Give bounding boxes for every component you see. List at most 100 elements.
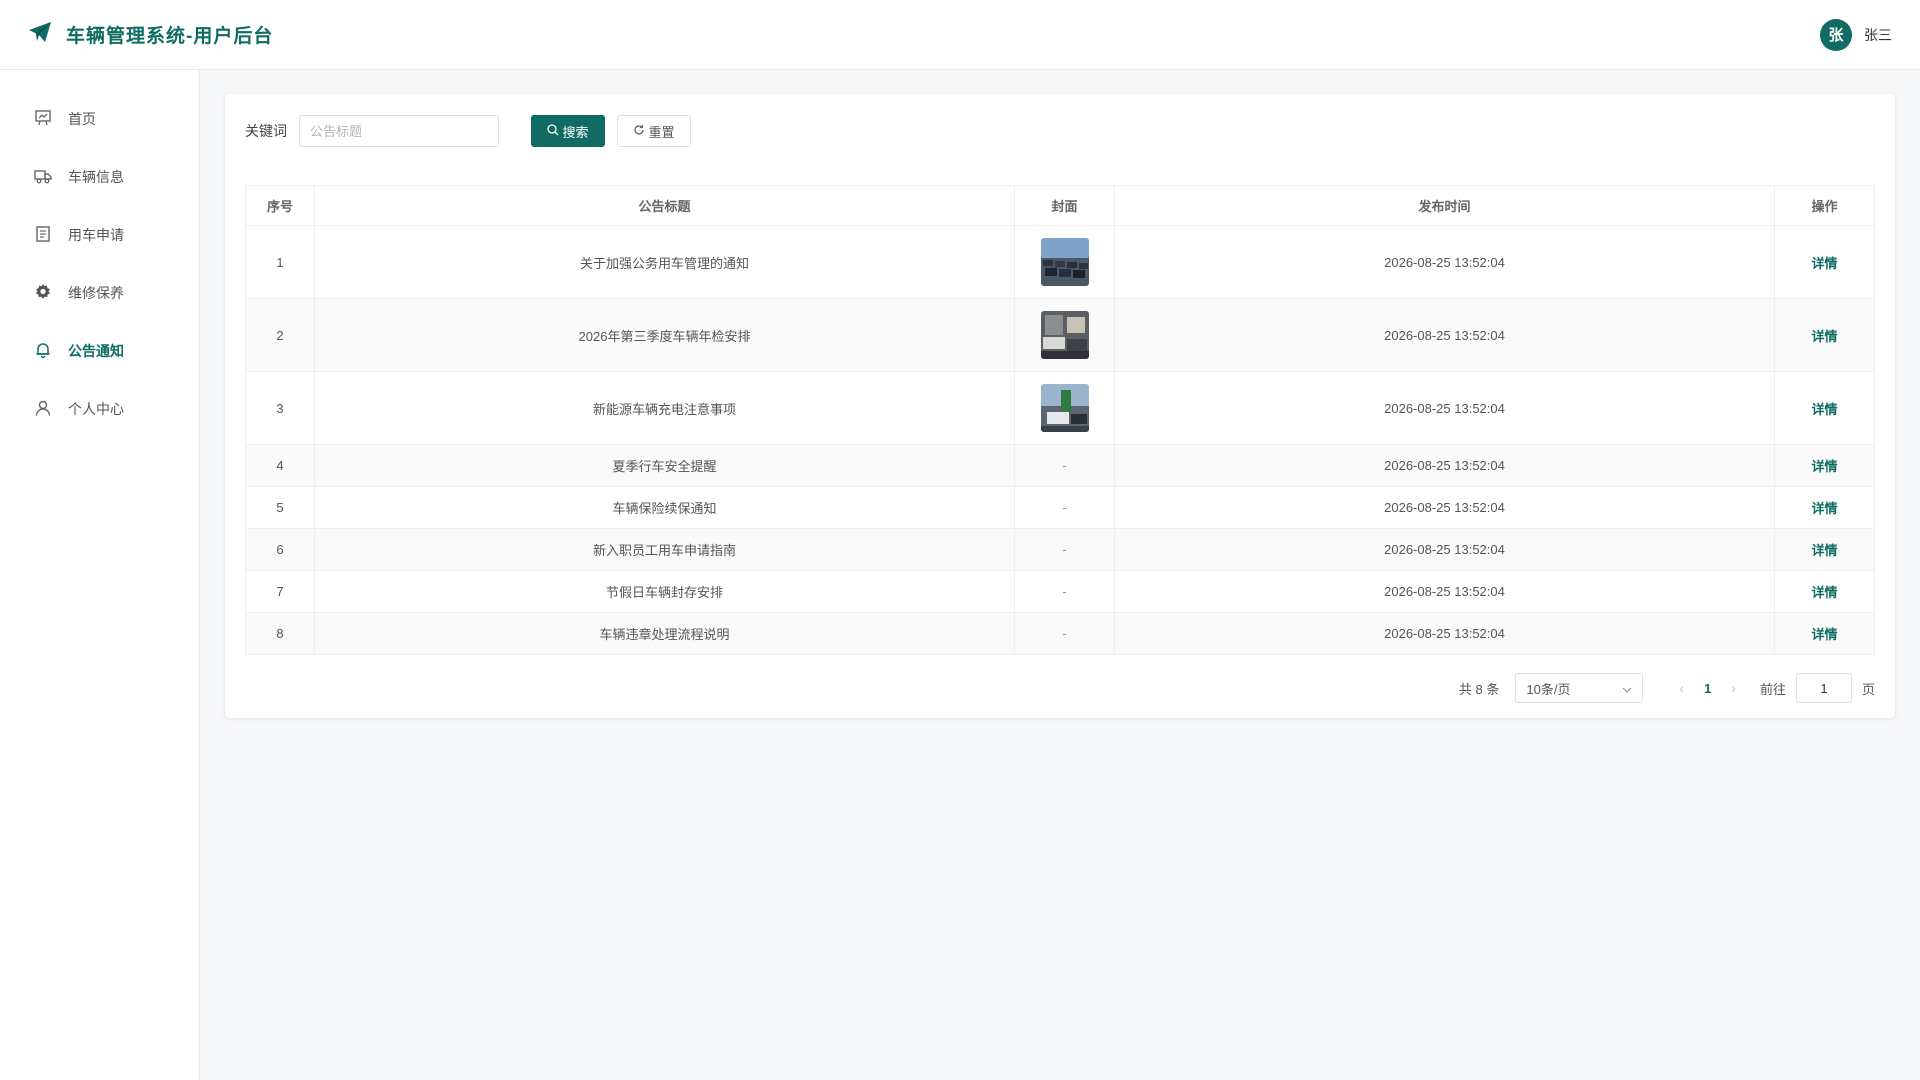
page-number[interactable]: 1 (1694, 681, 1721, 696)
row-index: 3 (246, 372, 315, 444)
goto-suffix: 页 (1861, 681, 1875, 697)
search-label: 关键词 (245, 123, 287, 139)
sidebar-item-label: 公告通知 (68, 343, 124, 359)
row-cover: - (1015, 487, 1115, 528)
row-action: 详情 (1775, 445, 1874, 486)
row-title: 新入职员工用车申请指南 (315, 529, 1015, 570)
sidebar-item-vehicle-request[interactable]: 用车申请 (0, 206, 199, 264)
row-time: 2026-08-25 13:52:04 (1115, 226, 1775, 298)
row-index: 2 (246, 299, 315, 371)
no-cover: - (1062, 542, 1067, 557)
reset-button-label: 重置 (648, 124, 675, 140)
row-cover: - (1015, 571, 1115, 612)
truck-icon (34, 167, 52, 188)
pagination: 共 8 条 10条/页 ‹ 1 › 前往 页 (245, 673, 1875, 703)
search-button-label: 搜索 (562, 124, 589, 140)
row-title: 2026年第三季度车辆年检安排 (315, 299, 1015, 371)
reset-button[interactable]: 重置 (617, 115, 691, 147)
row-action: 详情 (1775, 487, 1874, 528)
row-index: 4 (246, 445, 315, 486)
search-icon (547, 123, 559, 139)
row-time: 2026-08-25 13:52:04 (1115, 299, 1775, 371)
row-time: 2026-08-25 13:52:04 (1115, 529, 1775, 570)
table-row: 3 新能源车辆充电注意事项 2026-08-25 13:52:04 详情 (246, 372, 1874, 445)
cover-image-inspection[interactable] (1040, 311, 1089, 359)
sidebar-item-profile[interactable]: 个人中心 (0, 380, 199, 438)
detail-link[interactable]: 详情 (1811, 253, 1837, 272)
row-index: 7 (246, 571, 315, 612)
sidebar-item-announcements[interactable]: 公告通知 (0, 322, 199, 380)
goto-label: 前往 (1759, 681, 1786, 697)
row-title: 关于加强公务用车管理的通知 (315, 226, 1015, 298)
total-count: 共 8 条 (1458, 681, 1500, 697)
cover-image-parking-lot[interactable] (1040, 238, 1089, 286)
page-size-select[interactable]: 10条/页 (1515, 673, 1644, 703)
row-cover: - (1015, 529, 1115, 570)
row-time: 2026-08-25 13:52:04 (1115, 372, 1775, 444)
column-header-title: 公告标题 (315, 186, 1015, 225)
detail-link[interactable]: 详情 (1811, 456, 1837, 475)
table-row: 4 夏季行车安全提醒 - 2026-08-25 13:52:04 详情 (246, 445, 1874, 487)
detail-link[interactable]: 详情 (1811, 540, 1837, 559)
detail-link[interactable]: 详情 (1811, 326, 1837, 345)
row-action: 详情 (1775, 226, 1874, 298)
detail-link[interactable]: 详情 (1811, 498, 1837, 517)
sidebar-item-label: 用车申请 (68, 227, 124, 243)
detail-link[interactable]: 详情 (1811, 582, 1837, 601)
detail-link[interactable]: 详情 (1811, 624, 1837, 643)
sidebar-item-label: 首页 (68, 111, 96, 127)
refresh-icon (633, 124, 645, 139)
search-button[interactable]: 搜索 (531, 115, 605, 147)
table-row: 8 车辆违章处理流程说明 - 2026-08-25 13:52:04 详情 (246, 613, 1874, 654)
sidebar: 首页 车辆信息 用车申请 维修保养 公告通知 个人中心 (0, 70, 200, 1080)
prev-page-button[interactable]: ‹ (1669, 680, 1694, 696)
paper-plane-icon (28, 21, 52, 48)
gear-icon (34, 283, 52, 304)
search-input[interactable] (299, 115, 499, 147)
row-time: 2026-08-25 13:52:04 (1115, 613, 1775, 654)
row-cover (1015, 299, 1115, 371)
avatar[interactable]: 张 (1820, 18, 1852, 51)
brand[interactable]: 车辆管理系统-用户后台 (28, 21, 273, 48)
row-action: 详情 (1775, 613, 1874, 654)
row-action: 详情 (1775, 372, 1874, 444)
no-cover: - (1062, 458, 1067, 473)
cover-image-charging[interactable] (1040, 384, 1089, 432)
user-name[interactable]: 张三 (1864, 25, 1892, 45)
row-title: 节假日车辆封存安排 (315, 571, 1015, 612)
page-size-value: 10条/页 (1526, 681, 1571, 697)
main-panel: 关键词 搜索 重置 序号 公告标题 封面 发布时间 操作 1 关于加强公务用车管… (225, 94, 1895, 718)
row-time: 2026-08-25 13:52:04 (1115, 571, 1775, 612)
top-bar: 车辆管理系统-用户后台 张 张三 (0, 0, 1920, 70)
table-row: 1 关于加强公务用车管理的通知 2026-08-25 13:52:04 详情 (246, 226, 1874, 299)
user-menu[interactable]: 张 张三 (1820, 18, 1892, 51)
column-header-action: 操作 (1811, 199, 1838, 214)
row-action: 详情 (1775, 299, 1874, 371)
sidebar-item-vehicles[interactable]: 车辆信息 (0, 148, 199, 206)
sidebar-item-home[interactable]: 首页 (0, 90, 199, 148)
detail-link[interactable]: 详情 (1811, 399, 1837, 418)
goto-page-input[interactable] (1795, 673, 1852, 703)
no-cover: - (1062, 626, 1067, 641)
row-title: 夏季行车安全提醒 (315, 445, 1015, 486)
dashboard-icon (34, 109, 52, 130)
no-cover: - (1062, 500, 1067, 515)
sidebar-item-label: 车辆信息 (68, 169, 124, 185)
sidebar-item-label: 维修保养 (68, 285, 124, 301)
table-row: 6 新入职员工用车申请指南 - 2026-08-25 13:52:04 详情 (246, 529, 1874, 571)
column-header-cover: 封面 (1015, 186, 1115, 225)
search-bar: 关键词 搜索 重置 (245, 115, 1875, 147)
document-icon (34, 225, 52, 246)
column-header-index: 序号 (246, 186, 315, 225)
row-cover: - (1015, 613, 1115, 654)
row-cover (1015, 372, 1115, 444)
row-index: 8 (246, 613, 315, 654)
next-page-button[interactable]: › (1721, 680, 1746, 696)
row-title: 车辆保险续保通知 (315, 487, 1015, 528)
row-title: 车辆违章处理流程说明 (315, 613, 1015, 654)
chevron-left-icon: ‹ (1679, 680, 1685, 696)
no-cover: - (1062, 584, 1067, 599)
row-title: 新能源车辆充电注意事项 (315, 372, 1015, 444)
sidebar-item-label: 个人中心 (68, 401, 124, 417)
sidebar-item-maintenance[interactable]: 维修保养 (0, 264, 199, 322)
